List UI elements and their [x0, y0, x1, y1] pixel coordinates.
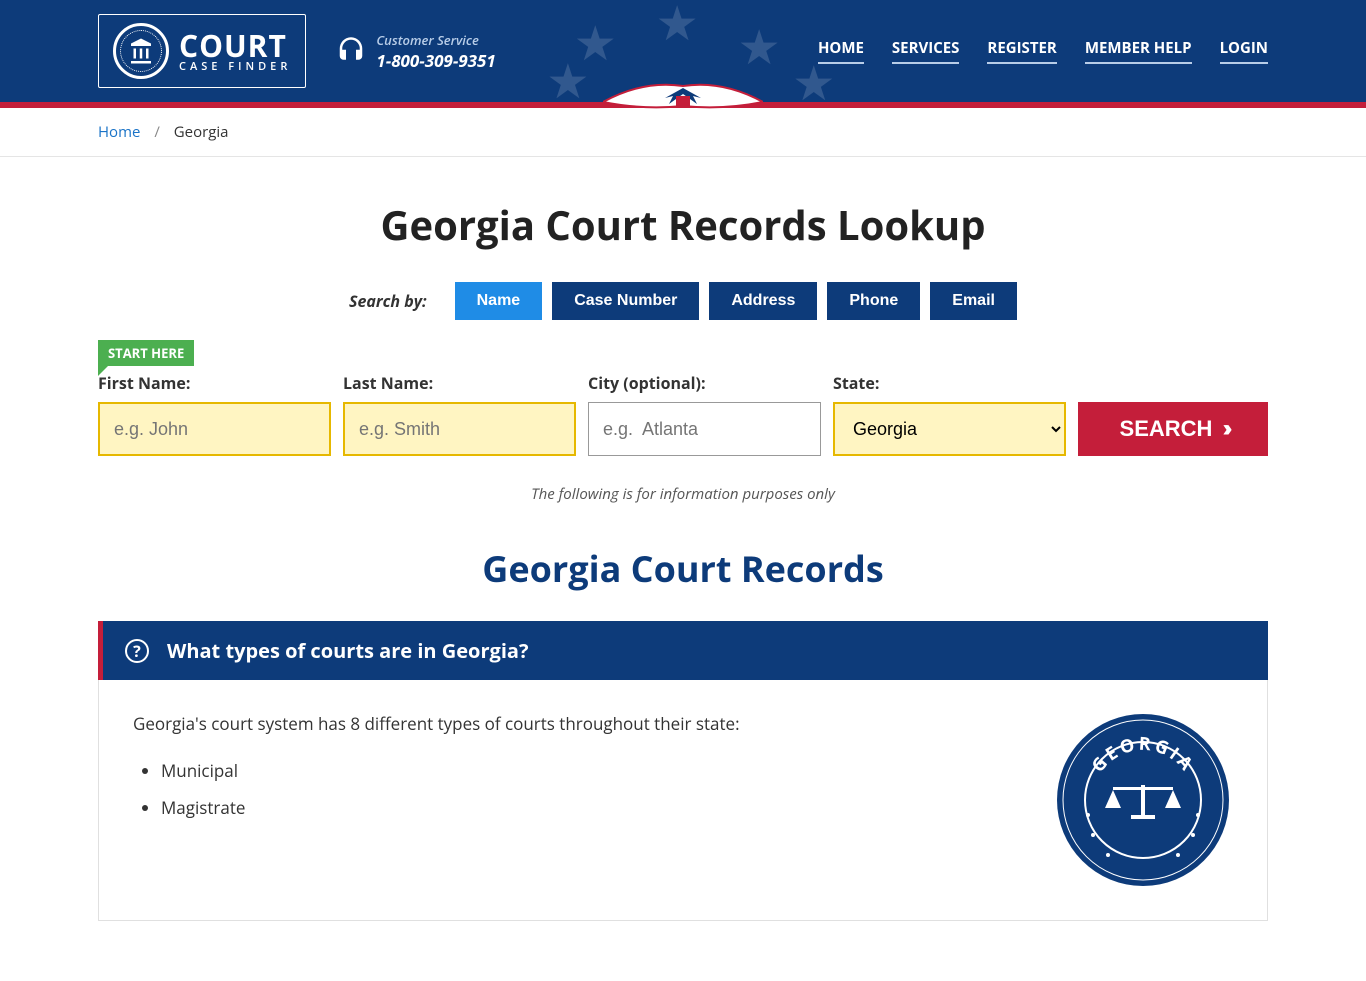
- city-input[interactable]: [588, 402, 821, 456]
- list-item: Municipal: [161, 757, 1023, 784]
- nav-register[interactable]: REGISTER: [987, 38, 1056, 64]
- search-tabs: Search by: Name Case Number Address Phon…: [98, 282, 1268, 320]
- logo-main-text: COURT: [179, 31, 291, 61]
- main-nav: HOME SERVICES REGISTER MEMBER HELP LOGIN: [818, 38, 1268, 64]
- first-name-input[interactable]: [98, 402, 331, 456]
- search-form: First Name: Last Name: City (optional): …: [98, 372, 1268, 456]
- state-label: State:: [833, 372, 1066, 394]
- nav-services[interactable]: SERVICES: [892, 38, 960, 64]
- eagle-emblem: [603, 80, 763, 124]
- court-type-list: Municipal Magistrate: [133, 757, 1023, 821]
- last-name-input[interactable]: [343, 402, 576, 456]
- last-name-field: Last Name:: [343, 372, 576, 456]
- state-field: State: Georgia: [833, 372, 1066, 456]
- content-intro: Georgia's court system has 8 different t…: [133, 710, 1023, 737]
- section-title: Georgia Court Records: [98, 544, 1268, 593]
- question-header: ? What types of courts are in Georgia?: [98, 621, 1268, 680]
- breadcrumb-current: Georgia: [174, 122, 229, 142]
- start-here-badge: START HERE: [98, 340, 194, 366]
- breadcrumb-home[interactable]: Home: [98, 122, 140, 142]
- tab-case-number[interactable]: Case Number: [552, 282, 699, 320]
- nav-login[interactable]: LOGIN: [1220, 38, 1268, 64]
- main-content: Georgia Court Records Lookup Search by: …: [98, 157, 1268, 981]
- search-by-label: Search by:: [349, 290, 427, 312]
- site-logo[interactable]: COURT CASE FINDER: [98, 14, 306, 88]
- city-label: City (optional):: [588, 372, 821, 394]
- search-button-label: SEARCH: [1120, 416, 1213, 442]
- nav-home[interactable]: HOME: [818, 38, 864, 64]
- first-name-field: First Name:: [98, 372, 331, 456]
- search-button[interactable]: SEARCH ››: [1078, 402, 1268, 456]
- tab-email[interactable]: Email: [930, 282, 1017, 320]
- page-title: Georgia Court Records Lookup: [98, 197, 1268, 252]
- tab-phone[interactable]: Phone: [827, 282, 920, 320]
- customer-service-label: Customer Service: [376, 31, 495, 49]
- breadcrumb-separator: /: [154, 122, 160, 142]
- disclaimer-text: The following is for information purpose…: [98, 484, 1268, 504]
- headset-icon: [336, 36, 366, 66]
- first-name-label: First Name:: [98, 372, 331, 394]
- chevron-right-icon: ››: [1222, 415, 1226, 443]
- city-field: City (optional):: [588, 372, 821, 456]
- content-text: Georgia's court system has 8 different t…: [133, 710, 1023, 832]
- state-select[interactable]: Georgia: [833, 402, 1066, 456]
- nav-member-help[interactable]: MEMBER HELP: [1085, 38, 1192, 64]
- tab-name[interactable]: Name: [455, 282, 543, 320]
- logo-seal-icon: [113, 23, 169, 79]
- customer-service-phone: 1-800-309-9351: [376, 49, 495, 72]
- tab-address[interactable]: Address: [709, 282, 817, 320]
- header-divider: [0, 102, 1366, 108]
- question-mark-icon: ?: [125, 639, 149, 663]
- state-seal: GEORGIA: [1053, 710, 1233, 890]
- last-name-label: Last Name:: [343, 372, 576, 394]
- question-text: What types of courts are in Georgia?: [167, 637, 529, 664]
- logo-sub-text: CASE FINDER: [179, 61, 291, 72]
- list-item: Magistrate: [161, 794, 1023, 821]
- customer-service: Customer Service 1-800-309-9351: [336, 31, 495, 72]
- content-block: Georgia's court system has 8 different t…: [98, 680, 1268, 921]
